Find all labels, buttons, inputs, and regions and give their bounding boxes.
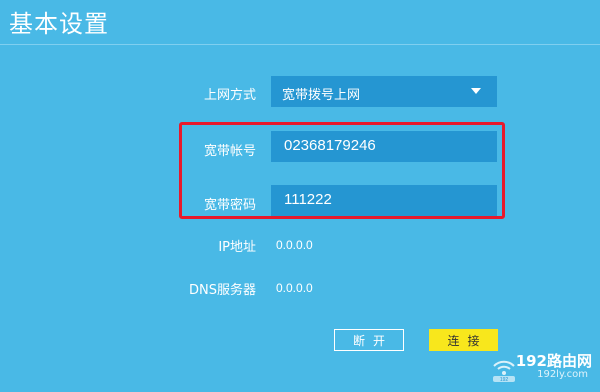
connection-type-value: 宽带拨号上网 [282,87,361,102]
ip-address-label: IP地址 [218,240,256,255]
dns-server-label: DNS服务器 [189,283,256,298]
password-value: 111222 [284,191,332,208]
watermark-main: 192路由网 [515,352,592,370]
ip-address-value: 0.0.0.0 [276,238,313,252]
title-divider [0,44,600,45]
password-input[interactable]: 111222 [271,185,497,216]
account-label: 宽带帐号 [203,144,256,159]
watermark-logo: 192 192路由网 192ly.com [491,350,596,390]
watermark-badge: 192 [500,377,509,382]
connect-button[interactable]: 连接 [429,329,498,351]
connection-type-label: 上网方式 [203,88,256,103]
chevron-down-icon [471,88,481,94]
page-title: 基本设置 [9,10,109,38]
account-value: 02368179246 [284,137,376,154]
account-input[interactable]: 02368179246 [271,131,497,162]
wifi-icon: 192 [493,360,515,382]
watermark-sub: 192ly.com [537,369,588,380]
dns-server-value: 0.0.0.0 [276,281,313,295]
disconnect-button[interactable]: 断开 [334,329,404,351]
password-label: 宽带密码 [203,198,256,213]
connection-type-select[interactable]: 宽带拨号上网 [271,76,497,107]
